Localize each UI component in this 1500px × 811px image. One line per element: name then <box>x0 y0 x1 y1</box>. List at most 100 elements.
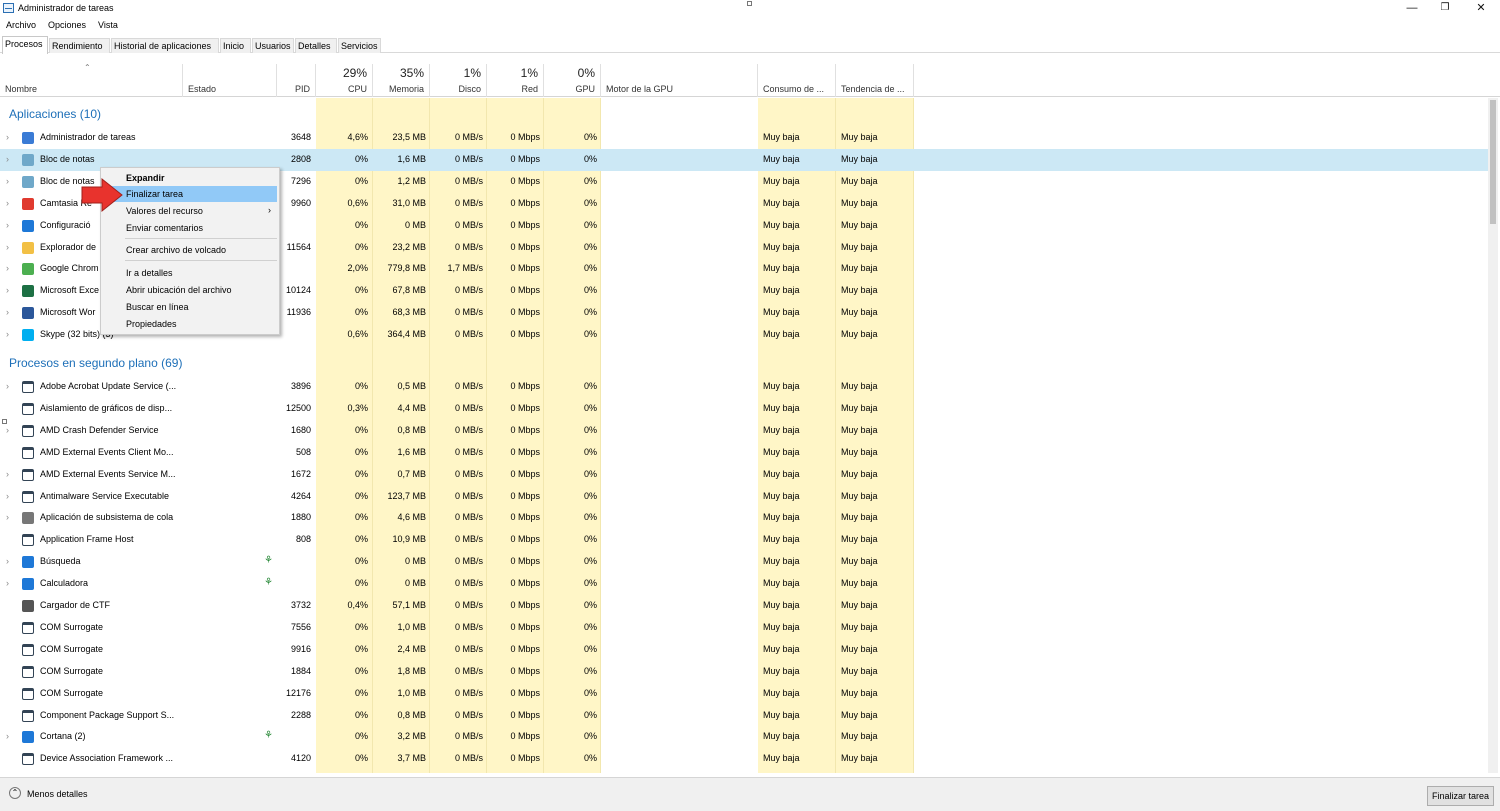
tab-usuarios[interactable]: Usuarios <box>252 38 294 53</box>
process-row[interactable]: COM Surrogate 12176 0% 1,0 MB 0 MB/s 0 Mbps 0%… <box>0 683 1490 705</box>
chevron-up-icon[interactable]: ⌃ <box>9 787 21 799</box>
process-row[interactable]: › AMD Crash Defender Service 1680 0% 0,8 MB 0… <box>0 420 1490 442</box>
chevron-right-icon[interactable]: › <box>6 307 9 317</box>
chevron-right-icon[interactable]: › <box>6 176 9 186</box>
context-menu: Expandir Finalizar tarea Valores del rec… <box>100 167 280 335</box>
process-power-trend: Muy baja <box>841 329 878 340</box>
close-icon[interactable]: ✕ <box>1474 2 1488 14</box>
scroll-thumb[interactable] <box>1490 100 1496 224</box>
process-row[interactable]: › Administrador de tareas 3648 4,6% 23,5 MB 0… <box>0 127 1490 149</box>
window-icon <box>22 402 34 415</box>
process-row[interactable]: COM Surrogate 7556 0% 1,0 MB 0 MB/s 0 Mbps 0% M… <box>0 617 1490 639</box>
chevron-right-icon[interactable]: › <box>6 285 9 295</box>
tab-servicios[interactable]: Servicios <box>338 38 381 53</box>
ctx-crear-volcado[interactable]: Crear archivo de volcado <box>103 242 277 258</box>
menu-archivo[interactable]: Archivo <box>6 20 36 30</box>
tab-procesos[interactable]: Procesos <box>2 36 48 54</box>
process-row[interactable]: › Antimalware Service Executable 4264 0% 123… <box>0 486 1490 508</box>
chevron-right-icon[interactable]: › <box>6 198 9 208</box>
process-row[interactable]: COM Surrogate 1884 0% 1,8 MB 0 MB/s 0 Mbps 0% M… <box>0 661 1490 683</box>
chevron-right-icon[interactable]: › <box>6 425 9 435</box>
process-disk: 0 MB/s <box>454 490 483 501</box>
minimize-icon[interactable]: — <box>1405 2 1419 14</box>
end-task-button[interactable]: Finalizar tarea <box>1427 786 1494 806</box>
chevron-right-icon[interactable]: › <box>6 263 9 273</box>
process-power: Muy baja <box>763 424 800 435</box>
process-row[interactable]: Aislamiento de gráficos de disp... 12500 0… <box>0 398 1490 420</box>
ctx-abrir-ubicacion[interactable]: Abrir ubicación del archivo <box>103 282 277 298</box>
process-pid: 12500 <box>285 402 311 413</box>
vertical-scrollbar[interactable] <box>1488 98 1498 773</box>
process-power-trend: Muy baja <box>841 285 878 296</box>
process-name: Bloc de notas <box>40 153 95 164</box>
col-cpu[interactable]: 29% CPU <box>316 64 373 97</box>
chevron-right-icon[interactable]: › <box>6 578 9 588</box>
chevron-right-icon[interactable]: › <box>6 491 9 501</box>
col-pid[interactable]: PID <box>277 64 316 97</box>
chevron-right-icon[interactable]: › <box>6 220 9 230</box>
ctx-finalizar-tarea[interactable]: Finalizar tarea <box>103 186 277 202</box>
process-row[interactable]: Component Package Support S... 2288 0% 0,8 … <box>0 705 1490 727</box>
menu-opciones[interactable]: Opciones <box>48 20 86 30</box>
process-pid: 2808 <box>290 153 311 164</box>
process-memory: 23,2 MB <box>392 241 426 252</box>
ctx-ir-detalles[interactable]: Ir a detalles <box>103 265 277 281</box>
ctx-propiedades[interactable]: Propiedades <box>103 316 277 332</box>
process-row[interactable]: Cargador de CTF 3732 0,4% 57,1 MB 0 MB/s 0 Mb… <box>0 595 1490 617</box>
ctx-buscar-linea[interactable]: Buscar en línea <box>103 299 277 315</box>
process-network: 0 Mbps <box>510 197 540 208</box>
process-name: Google Chrom <box>40 263 99 274</box>
col-disco[interactable]: 1% Disco <box>430 64 487 97</box>
col-gpu[interactable]: 0% GPU <box>544 64 601 97</box>
col-memoria[interactable]: 35% Memoria <box>373 64 430 97</box>
ctx-enviar-comentarios[interactable]: Enviar comentarios <box>103 220 277 236</box>
chevron-right-icon[interactable]: › <box>6 132 9 142</box>
chevron-right-icon[interactable]: › <box>6 469 9 479</box>
process-row[interactable]: › Búsqueda ⚘ 0% 0 MB 0 MB/s 0 Mbps 0% Muy baja Mu… <box>0 551 1490 573</box>
process-cpu: 0% <box>354 753 368 764</box>
chevron-right-icon[interactable]: › <box>6 381 9 391</box>
ctx-expandir[interactable]: Expandir <box>103 170 277 186</box>
process-cpu: 0% <box>354 381 368 391</box>
chevron-right-icon[interactable]: › <box>6 556 9 566</box>
resize-handle-top[interactable] <box>747 1 752 6</box>
restore-icon[interactable]: ❐ <box>1438 2 1452 14</box>
process-disk: 0 MB/s <box>454 424 483 435</box>
process-row[interactable]: Application Frame Host 808 0% 10,9 MB 0 MB/s… <box>0 529 1490 551</box>
less-details-link[interactable]: Menos detalles <box>27 789 88 799</box>
window-title: Administrador de tareas <box>18 3 114 13</box>
col-estado[interactable]: Estado <box>183 64 277 97</box>
window-icon <box>22 468 34 481</box>
col-motor-gpu[interactable]: Motor de la GPU <box>601 64 758 97</box>
process-pid: 808 <box>295 534 311 545</box>
process-row[interactable]: › Calculadora ⚘ 0% 0 MB 0 MB/s 0 Mbps 0% Muy baj… <box>0 573 1490 595</box>
ctx-valores-recurso[interactable]: Valores del recurso › <box>103 203 277 219</box>
chevron-right-icon[interactable]: › <box>6 512 9 522</box>
process-row[interactable]: › Cortana (2) ⚘ 0% 3,2 MB 0 MB/s 0 Mbps 0% Muy b… <box>0 726 1490 748</box>
chevron-right-icon[interactable]: › <box>6 242 9 252</box>
chevron-right-icon[interactable]: › <box>6 154 9 164</box>
menu-vista[interactable]: Vista <box>98 20 118 30</box>
process-row[interactable]: AMD External Events Client Mo... 508 0% 1,6… <box>0 442 1490 464</box>
col-consumo[interactable]: Consumo de ... <box>758 64 836 97</box>
col-red[interactable]: 1% Red <box>487 64 544 97</box>
eco-leaf-icon: ⚘ <box>264 555 273 567</box>
process-power-trend: Muy baja <box>841 468 878 479</box>
process-row[interactable]: › Aplicación de subsistema de cola 1880 0% 4… <box>0 507 1490 529</box>
settings-icon <box>22 219 34 232</box>
process-gpu: 0% <box>583 329 597 340</box>
col-nombre[interactable]: Nombre <box>0 64 183 97</box>
col-tendencia[interactable]: Tendencia de ... <box>836 64 914 97</box>
process-cpu: 0% <box>354 446 368 457</box>
process-row[interactable]: › AMD External Events Service M... 1672 0% 0… <box>0 464 1490 486</box>
tab-rendimiento[interactable]: Rendimiento <box>49 38 110 53</box>
tab-historial[interactable]: Historial de aplicaciones <box>111 38 219 53</box>
tab-detalles[interactable]: Detalles <box>295 38 337 53</box>
window-icon <box>22 621 34 634</box>
chevron-right-icon[interactable]: › <box>6 329 9 339</box>
chevron-right-icon[interactable]: › <box>6 731 9 741</box>
process-row[interactable]: › Adobe Acrobat Update Service (... 3896 0%… <box>0 376 1490 398</box>
process-row[interactable]: Device Association Framework ... 4120 0% 3,… <box>0 748 1490 770</box>
process-row[interactable]: COM Surrogate 9916 0% 2,4 MB 0 MB/s 0 Mbps 0% M… <box>0 639 1490 661</box>
tab-inicio[interactable]: Inicio <box>220 38 251 53</box>
